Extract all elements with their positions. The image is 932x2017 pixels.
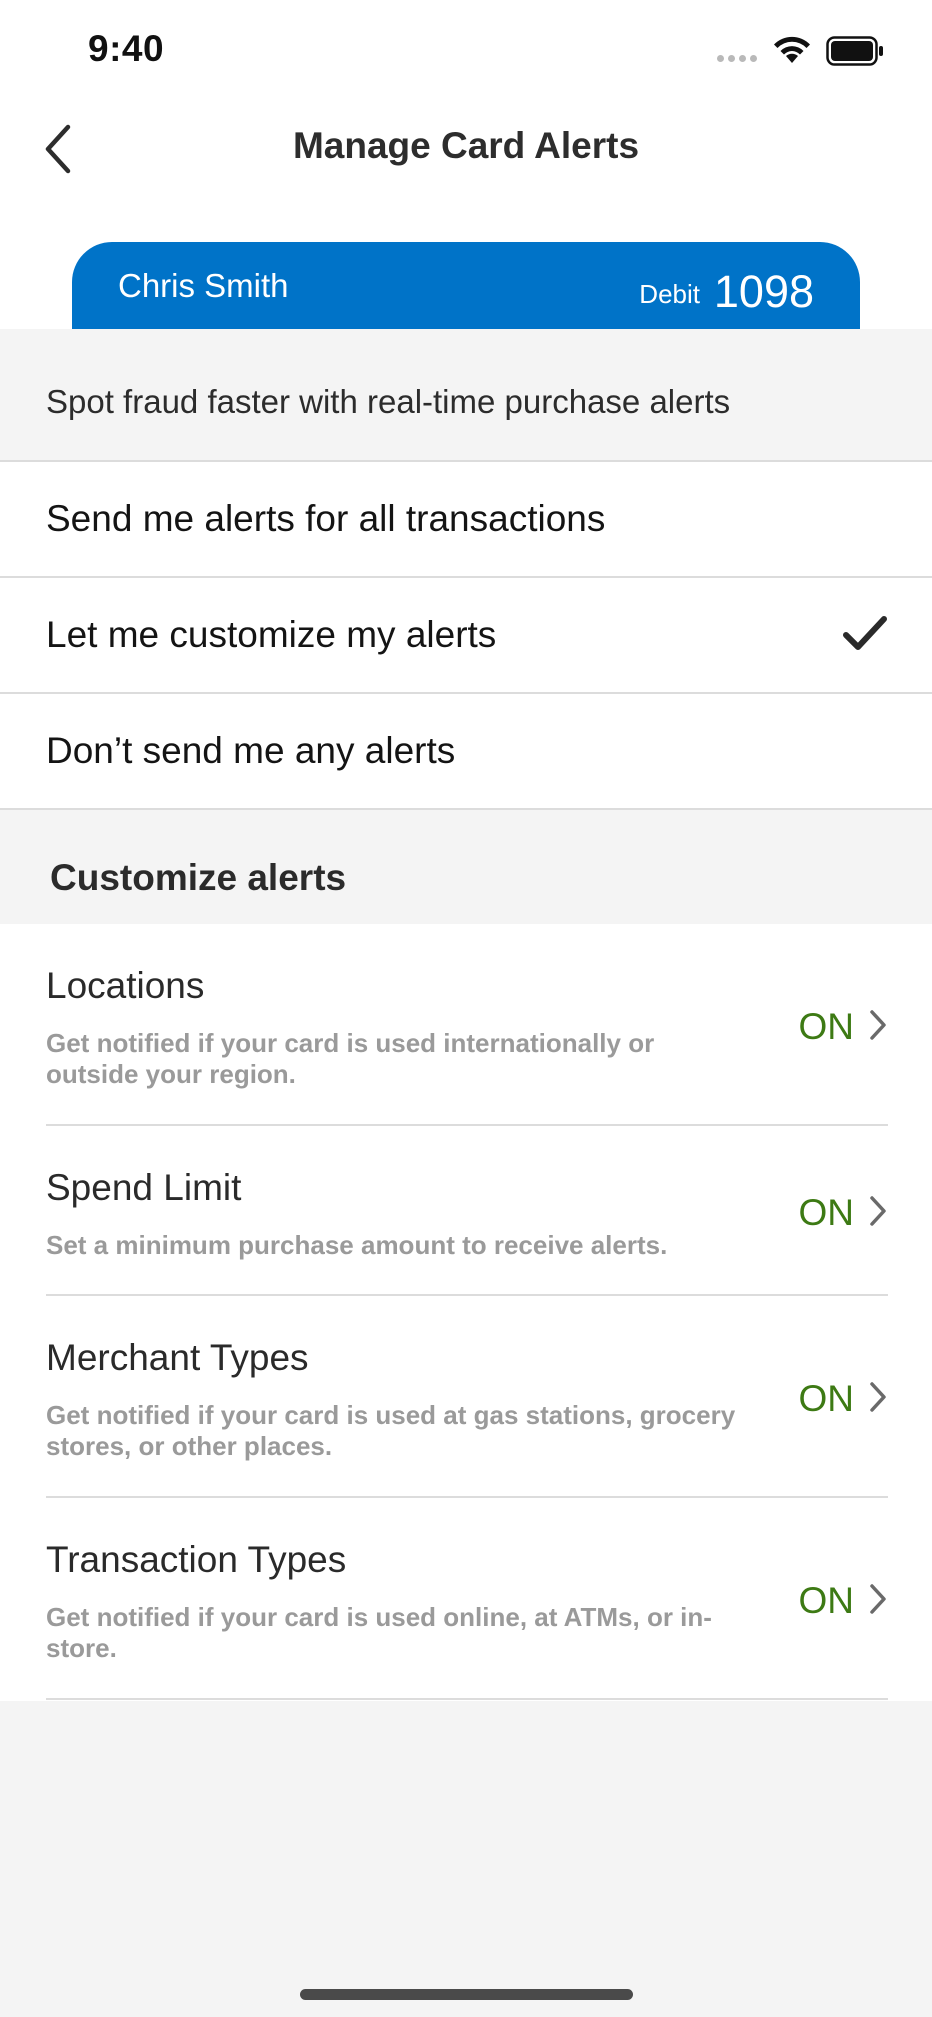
- intro-text: Spot fraud faster with real-time purchas…: [46, 383, 731, 420]
- home-indicator[interactable]: [300, 1989, 633, 2000]
- alert-item-transaction-types[interactable]: Transaction Types Get notified if your c…: [46, 1498, 888, 1700]
- alert-item-description: Get notified if your card is used intern…: [46, 1028, 655, 1089]
- customize-alerts-list: Locations Get notified if your card is u…: [0, 924, 932, 1701]
- alert-item-title: Merchant Types: [46, 1337, 309, 1378]
- alert-item-description: Get notified if your card is used online…: [46, 1602, 712, 1663]
- option-customize-alerts[interactable]: Let me customize my alerts: [0, 578, 932, 694]
- alert-item-description: Set a minimum purchase amount to receive…: [46, 1230, 668, 1260]
- status-time: 9:40: [88, 28, 165, 69]
- alert-status-on: ON: [798, 1006, 855, 1047]
- alert-status-on: ON: [798, 1378, 855, 1419]
- option-all-transactions[interactable]: Send me alerts for all transactions: [0, 462, 932, 578]
- option-no-alerts[interactable]: Don’t send me any alerts: [0, 694, 932, 810]
- card-holder-name: Chris Smith: [118, 267, 289, 304]
- debit-card-header: Chris Smith Debit 1098: [72, 242, 860, 329]
- alert-status-on: ON: [798, 1192, 855, 1233]
- chevron-right-icon: [870, 1584, 886, 1614]
- card-last-digits: 1098: [713, 266, 814, 317]
- page-title: Manage Card Alerts: [292, 125, 640, 166]
- chevron-right-icon: [870, 1382, 886, 1412]
- customize-section-title: Customize alerts: [50, 857, 347, 898]
- option-label: Don’t send me any alerts: [46, 730, 456, 771]
- chevron-right-icon: [870, 1196, 886, 1226]
- option-label: Send me alerts for all transactions: [46, 498, 606, 539]
- alert-item-description: Get notified if your card is used at gas…: [46, 1400, 736, 1461]
- alert-item-merchant-types[interactable]: Merchant Types Get notified if your card…: [46, 1296, 888, 1498]
- alert-item-spend-limit[interactable]: Spend Limit Set a minimum purchase amoun…: [46, 1126, 888, 1296]
- card-type-label: Debit: [639, 279, 700, 309]
- alert-item-title: Locations: [46, 965, 205, 1006]
- checkmark-icon: [843, 616, 887, 650]
- alert-item-locations[interactable]: Locations Get notified if your card is u…: [46, 924, 888, 1126]
- option-label: Let me customize my alerts: [46, 614, 497, 655]
- alert-options-list: Send me alerts for all transactions Let …: [0, 460, 932, 810]
- alert-status-on: ON: [798, 1580, 855, 1621]
- wifi-icon: [774, 36, 810, 63]
- alert-item-title: Spend Limit: [46, 1167, 242, 1208]
- cellular-signal-icon: [717, 55, 757, 62]
- alert-item-title: Transaction Types: [46, 1539, 347, 1580]
- chevron-right-icon: [870, 1010, 886, 1040]
- battery-icon: [826, 36, 883, 66]
